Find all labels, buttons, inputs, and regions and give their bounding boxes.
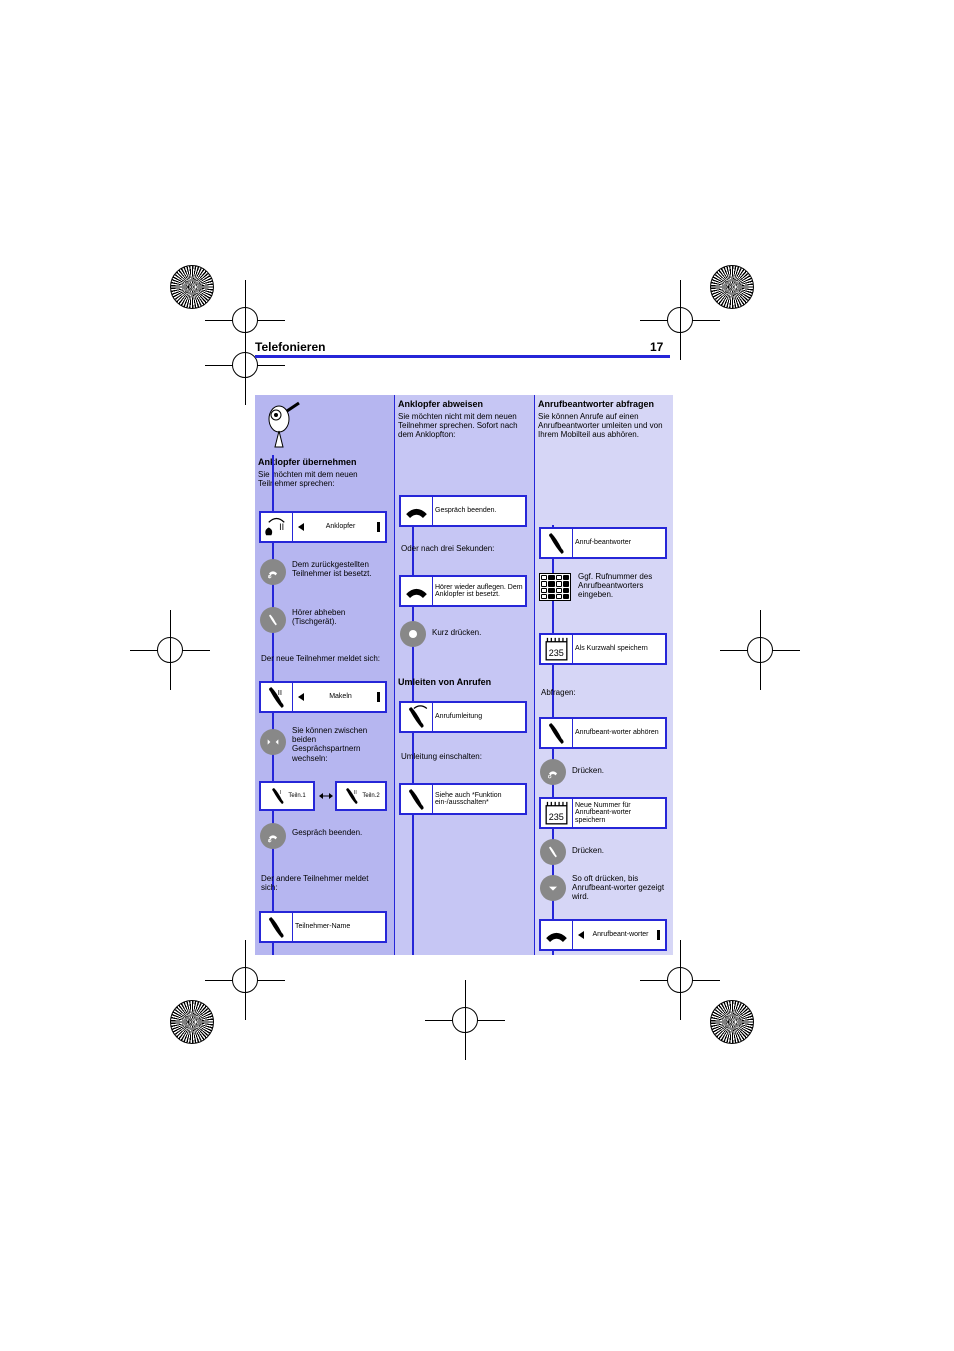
bridge1: Oder nach drei Sekunden:	[398, 543, 528, 554]
keypad-icon[interactable]	[539, 573, 571, 601]
btn1-label: Dem zurückgestellten Teilnehmer ist bese…	[289, 559, 389, 579]
handset-wave-icon	[401, 703, 433, 731]
column-2: Anklopfer abweisen Sie möchten nicht mit…	[395, 395, 535, 955]
svg-text:II: II	[279, 522, 284, 532]
btn2-label: Drücken.	[569, 845, 669, 856]
display-see-also: Siehe auch *Funktion ein-/ausschalten*	[399, 783, 527, 815]
column-1: Anklopfer übernehmen Sie möchten mit dem…	[255, 395, 395, 955]
handset-wave-icon: II	[261, 513, 293, 541]
handset-ii-icon: II	[261, 683, 293, 711]
registration-disc	[710, 1000, 754, 1044]
press-button-2[interactable]	[540, 839, 566, 865]
content-columns: Anklopfer übernehmen Sie möchten mit dem…	[255, 395, 673, 955]
bridge1: Der neue Teilnehmer meldet sich:	[258, 653, 388, 664]
bridge2: Der andere Teilnehmer meldet sich:	[258, 873, 388, 893]
svg-text:II: II	[278, 687, 282, 696]
page-title: Telefonieren	[255, 340, 325, 354]
keypad-label: Ggf. Rufnummer des Anrufbeantworters ein…	[575, 571, 669, 601]
party2-box: II Teiln.2	[335, 781, 387, 811]
btn1-label: Kurz drücken.	[429, 627, 529, 638]
col3-intro: Sie können Anrufe auf einen Anrufbeantwo…	[535, 411, 673, 441]
display-hangup: Hörer wieder auflegen. Dem Anklopfer ist…	[399, 575, 527, 607]
swap-arrow-icon	[317, 791, 335, 801]
display-ab-final: Anrufbeant-worter	[539, 919, 667, 951]
crop-mark	[130, 610, 210, 690]
bridge1: Abfragen:	[538, 687, 668, 698]
handset-icon	[401, 785, 433, 813]
handset-icon	[541, 529, 573, 557]
col2-intro: Sie möchten nicht mit dem neuen Teilnehm…	[395, 411, 534, 441]
svg-text:235: 235	[549, 811, 564, 821]
svg-text:I: I	[280, 790, 281, 796]
bridge2: Umleitung einschalten:	[398, 751, 528, 762]
hangup-icon	[541, 921, 573, 949]
header-rule	[255, 355, 670, 358]
press-button-1[interactable]	[540, 759, 566, 785]
party1-box: I Teiln.1	[259, 781, 315, 811]
down-button[interactable]	[540, 875, 566, 901]
btn3-label: Sie können zwischen beiden Gesprächspart…	[289, 725, 389, 764]
crop-mark	[205, 325, 285, 405]
end-call-button-2[interactable]	[260, 823, 286, 849]
notepad-235-icon: 235	[541, 635, 573, 663]
display-forward: Anrufumleitung	[399, 701, 527, 733]
btn1-label: Drücken.	[569, 765, 669, 776]
hangup-icon	[401, 497, 433, 525]
column-3: Anrufbeantworter abfragen Sie können Anr…	[535, 395, 673, 955]
svg-text:235: 235	[549, 647, 564, 657]
btn4-label: Gespräch beenden.	[289, 827, 389, 838]
registration-disc	[170, 1000, 214, 1044]
registration-disc	[170, 265, 214, 309]
display-ab: Anruf-beantworter	[539, 527, 667, 559]
svg-text:II: II	[354, 790, 357, 796]
mascot-icon	[259, 401, 303, 457]
toggle-button[interactable]	[260, 729, 286, 755]
page-number: 17	[650, 340, 663, 354]
display-makeln: II Makeln	[259, 681, 387, 713]
crop-mark	[720, 610, 800, 690]
display-abhoeren: Anrufbeant-worter abhören	[539, 717, 667, 749]
btn2-label: Hörer abheben (Tischgerät).	[289, 607, 389, 627]
pickup-button[interactable]	[260, 607, 286, 633]
handset-icon	[541, 719, 573, 747]
col3-heading: Anrufbeantworter abfragen	[535, 395, 673, 411]
crop-mark	[425, 980, 505, 1060]
end-call-button[interactable]	[260, 559, 286, 585]
short-press-button[interactable]	[400, 621, 426, 647]
display-new-number: 235 Neue Nummer für Anrufbeant-worter sp…	[539, 797, 667, 829]
hangup-icon	[401, 577, 433, 605]
registration-disc	[710, 265, 754, 309]
notepad-235-icon: 235	[541, 799, 573, 827]
display-end: Gespräch beenden.	[399, 495, 527, 527]
handset-icon	[261, 913, 293, 941]
handset-ii-icon: II	[342, 786, 362, 806]
col2-heading2: Umleiten von Anrufen	[395, 673, 494, 689]
display-anklopfer: II Anklopfer	[259, 511, 387, 543]
handset-i-icon: I	[268, 786, 288, 806]
btn3-label: So oft drücken, bis Anrufbeant-worter ge…	[569, 873, 669, 903]
display-teilnehmer: Teilnehmer-Name	[259, 911, 387, 943]
display-kurzwahl: 235 Als Kurzwahl speichern	[539, 633, 667, 665]
col1-intro: Sie möchten mit dem neuen Teilnehmer spr…	[255, 469, 394, 489]
col2-heading: Anklopfer abweisen	[395, 395, 534, 411]
